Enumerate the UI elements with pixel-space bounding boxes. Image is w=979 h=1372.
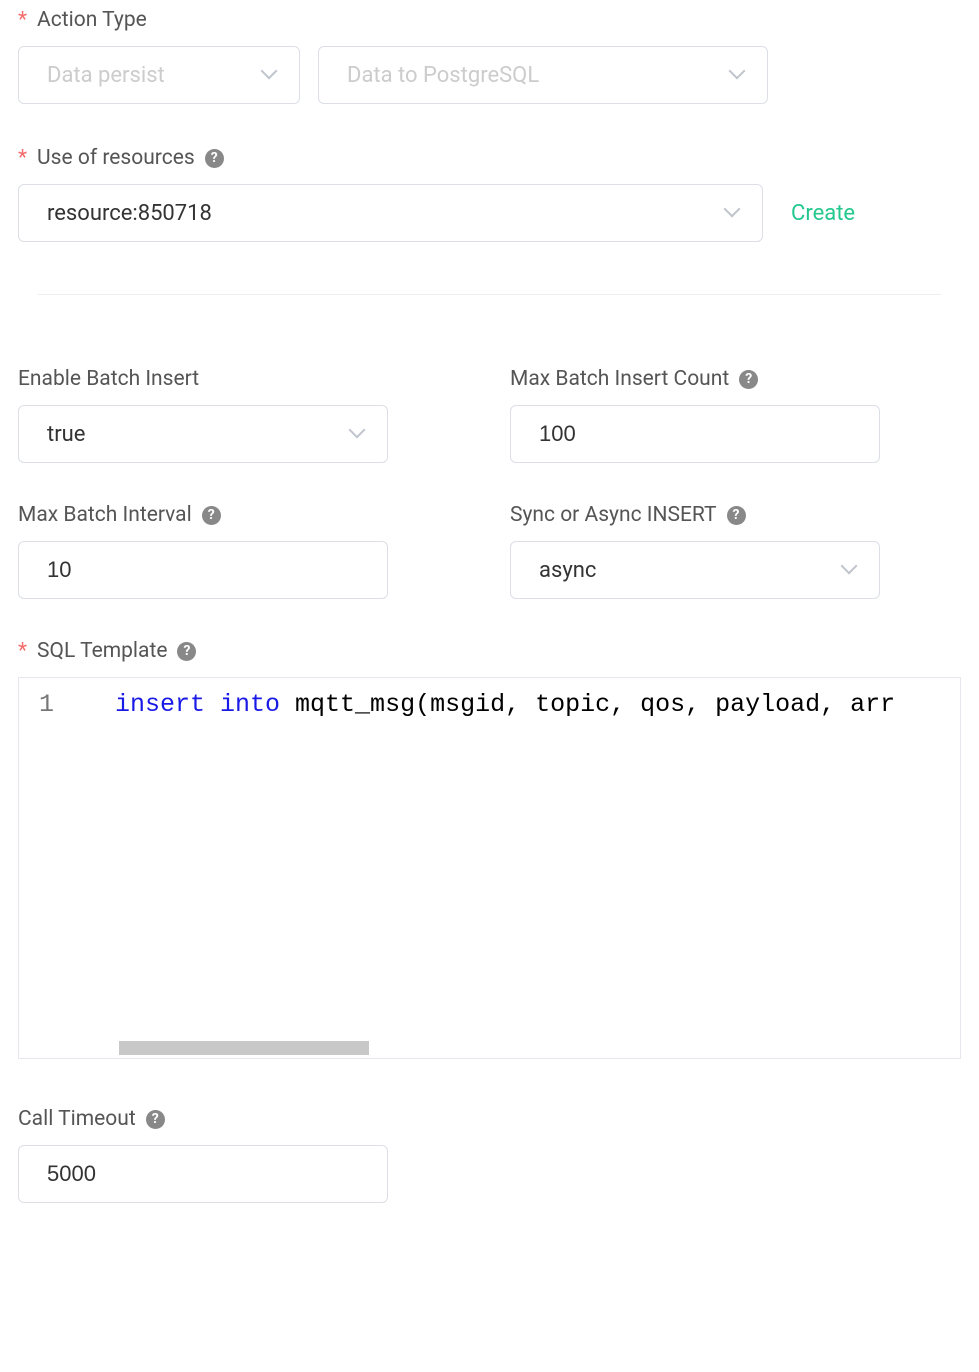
action-type-label: * Action Type — [18, 8, 961, 32]
resources-select[interactable]: resource:850718 — [18, 184, 763, 242]
code-content[interactable]: insert into mqtt_msg(msgid, topic, qos, … — [79, 678, 960, 731]
create-resource-link[interactable]: Create — [791, 201, 855, 226]
chevron-down-icon — [726, 205, 742, 221]
sql-editor[interactable]: 1 insert into mqtt_msg(msgid, topic, qos… — [18, 677, 961, 1059]
help-icon[interactable]: ? — [202, 506, 221, 525]
action-persist-value: Data persist — [47, 63, 165, 88]
call-timeout-input[interactable] — [18, 1145, 388, 1203]
gutter: 1 — [19, 678, 79, 731]
enable-batch-select[interactable]: true — [18, 405, 388, 463]
resources-label-text: Use of resources — [37, 146, 195, 170]
action-target-select[interactable]: Data to PostgreSQL — [318, 46, 768, 104]
max-interval-label: Max Batch Interval ? — [18, 503, 510, 527]
keyword: into — [220, 690, 280, 719]
action-persist-select[interactable]: Data persist — [18, 46, 300, 104]
max-count-label: Max Batch Insert Count ? — [510, 367, 880, 391]
resources-value: resource:850718 — [47, 201, 212, 226]
keyword: insert — [115, 690, 205, 719]
code-text: mqtt_msg(msgid, topic, qos, payload, arr — [280, 690, 895, 719]
required-star-icon: * — [18, 639, 27, 663]
sync-async-value: async — [539, 558, 596, 583]
max-interval-label-text: Max Batch Interval — [18, 503, 192, 527]
resources-label: * Use of resources ? — [18, 146, 961, 170]
chevron-down-icon — [731, 67, 747, 83]
required-star-icon: * — [18, 146, 27, 170]
required-star-icon: * — [18, 8, 27, 32]
call-timeout-label: Call Timeout ? — [18, 1107, 961, 1131]
sync-async-label: Sync or Async INSERT ? — [510, 503, 880, 527]
enable-batch-label-text: Enable Batch Insert — [18, 367, 199, 391]
action-target-value: Data to PostgreSQL — [347, 63, 539, 88]
help-icon[interactable]: ? — [146, 1110, 165, 1129]
help-icon[interactable]: ? — [739, 370, 758, 389]
sync-async-label-text: Sync or Async INSERT — [510, 503, 717, 527]
help-icon[interactable]: ? — [727, 506, 746, 525]
help-icon[interactable]: ? — [205, 149, 224, 168]
enable-batch-label: Enable Batch Insert — [18, 367, 510, 391]
max-count-label-text: Max Batch Insert Count — [510, 367, 729, 391]
divider — [38, 294, 941, 295]
max-count-input[interactable] — [510, 405, 880, 463]
line-number: 1 — [39, 690, 79, 719]
sql-template-label-text: SQL Template — [37, 639, 167, 663]
horizontal-scrollbar[interactable] — [119, 1041, 369, 1055]
call-timeout-label-text: Call Timeout — [18, 1107, 136, 1131]
max-interval-input[interactable] — [18, 541, 388, 599]
chevron-down-icon — [351, 426, 367, 442]
enable-batch-value: true — [47, 422, 85, 447]
sync-async-select[interactable]: async — [510, 541, 880, 599]
sql-template-label: * SQL Template ? — [18, 639, 961, 663]
chevron-down-icon — [843, 562, 859, 578]
help-icon[interactable]: ? — [177, 642, 196, 661]
chevron-down-icon — [263, 67, 279, 83]
action-type-label-text: Action Type — [37, 8, 147, 32]
